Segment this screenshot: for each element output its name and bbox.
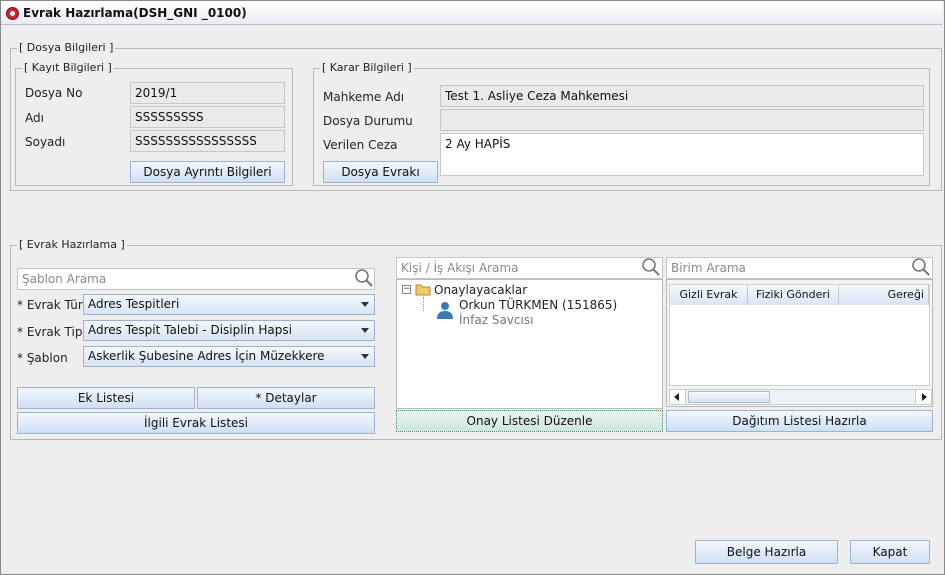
col-gizli-evrak[interactable]: Gizli Evrak [670,285,748,305]
horizontal-scrollbar[interactable] [669,389,932,405]
sablon-value: Askerlik Şubesine Adres İçin Müzekkere [88,349,325,363]
tree-collapse-icon[interactable]: − [402,285,411,294]
evrak-tipi-select[interactable]: Adres Tespit Talebi - Disiplin Hapsi [83,320,375,341]
belge-hazirla-button[interactable]: Belge Hazırla [695,540,838,564]
mahkeme-adi-label: Mahkeme Adı [323,90,405,104]
title-bar: Evrak Hazırlama(DSH_GNI _0100) [1,1,942,25]
kisi-search-input[interactable]: Kişi / İş Akışı Arama [396,257,663,279]
chevron-down-icon [361,328,369,333]
sablon-label: * Şablon [17,351,68,365]
scroll-thumb[interactable] [688,391,770,403]
app-logo-icon [6,7,19,20]
window-title: Evrak Hazırlama(DSH_GNI _0100) [23,6,247,20]
sablon-select[interactable]: Askerlik Şubesine Adres İçin Müzekkere [83,346,375,367]
evrak-hazirlama-legend: [ Evrak Hazırlama ] [17,238,127,251]
adi-label: Adı [25,111,44,125]
tree-child-role: İnfaz Savcısı [459,313,534,327]
evrak-turu-select[interactable]: Adres Tespitleri [83,294,375,315]
detaylar-button[interactable]: * Detaylar [197,387,375,409]
adi-field[interactable]: SSSSSSSSS [130,106,285,128]
dosya-bilgileri-legend: [ Dosya Bilgileri ] [17,41,116,54]
kapat-button[interactable]: Kapat [850,540,930,564]
onay-tree-panel: − Onaylayacaklar Orkun TÜRKMEN (151865) … [396,279,663,409]
dosya-durumu-label: Dosya Durumu [323,114,413,128]
birim-search-input[interactable]: Birim Arama [666,257,933,279]
scroll-right-icon[interactable] [915,390,931,404]
kayit-bilgileri-legend: [ Kayıt Bilgileri ] [22,61,114,74]
tree-child-name[interactable]: Orkun TÜRKMEN (151865) [459,298,617,312]
dagitim-listesi-hazirla-button[interactable]: Dağıtım Listesi Hazırla [666,410,933,432]
sablon-search-icon[interactable] [354,268,374,288]
dosya-durumu-field[interactable] [440,109,924,131]
chevron-down-icon [361,354,369,359]
folder-icon [415,284,431,296]
evrak-turu-value: Adres Tespitleri [88,297,180,311]
ilgili-evrak-listesi-button[interactable]: İlgili Evrak Listesi [17,412,375,434]
evrak-turu-label: * Evrak Türü [17,298,91,312]
user-icon [437,302,453,319]
dosya-no-label: Dosya No [25,86,83,100]
karar-bilgileri-legend: [ Karar Bilgileri ] [320,61,414,74]
verilen-ceza-field[interactable]: 2 Ay HAPİS [440,133,924,176]
col-fiziki-gonderi[interactable]: Fiziki Gönderi [748,285,839,305]
soyadi-label: Soyadı [25,135,66,149]
col-geregi[interactable]: Gereği [839,285,929,305]
soyadi-field[interactable]: SSSSSSSSSSSSSSSS [130,130,285,152]
sablon-search-input[interactable]: Şablon Arama [17,268,375,290]
dosya-no-field[interactable]: 2019/1 [130,82,285,104]
scroll-left-icon[interactable] [670,390,686,404]
dosya-evraki-button[interactable]: Dosya Evrakı [323,161,438,183]
onay-listesi-duzenle-button[interactable]: Onay Listesi Düzenle [396,410,663,432]
birim-search-icon[interactable] [911,257,931,277]
tree-guide-line [423,297,424,311]
ek-listesi-button[interactable]: Ek Listesi [17,387,195,409]
evrak-tipi-label: * Evrak Tipi [17,325,86,339]
verilen-ceza-label: Verilen Ceza [323,138,398,152]
tree-root-label[interactable]: Onaylayacaklar [434,283,527,297]
dosya-ayrinti-button[interactable]: Dosya Ayrıntı Bilgileri [130,161,285,183]
dagitim-table-panel: Gizli Evrak Fiziki Gönderi Gereği [666,279,933,407]
chevron-down-icon [361,302,369,307]
kisi-search-icon[interactable] [641,257,661,277]
evrak-tipi-value: Adres Tespit Talebi - Disiplin Hapsi [88,323,292,337]
mahkeme-adi-field[interactable]: Test 1. Asliye Ceza Mahkemesi [440,85,924,107]
